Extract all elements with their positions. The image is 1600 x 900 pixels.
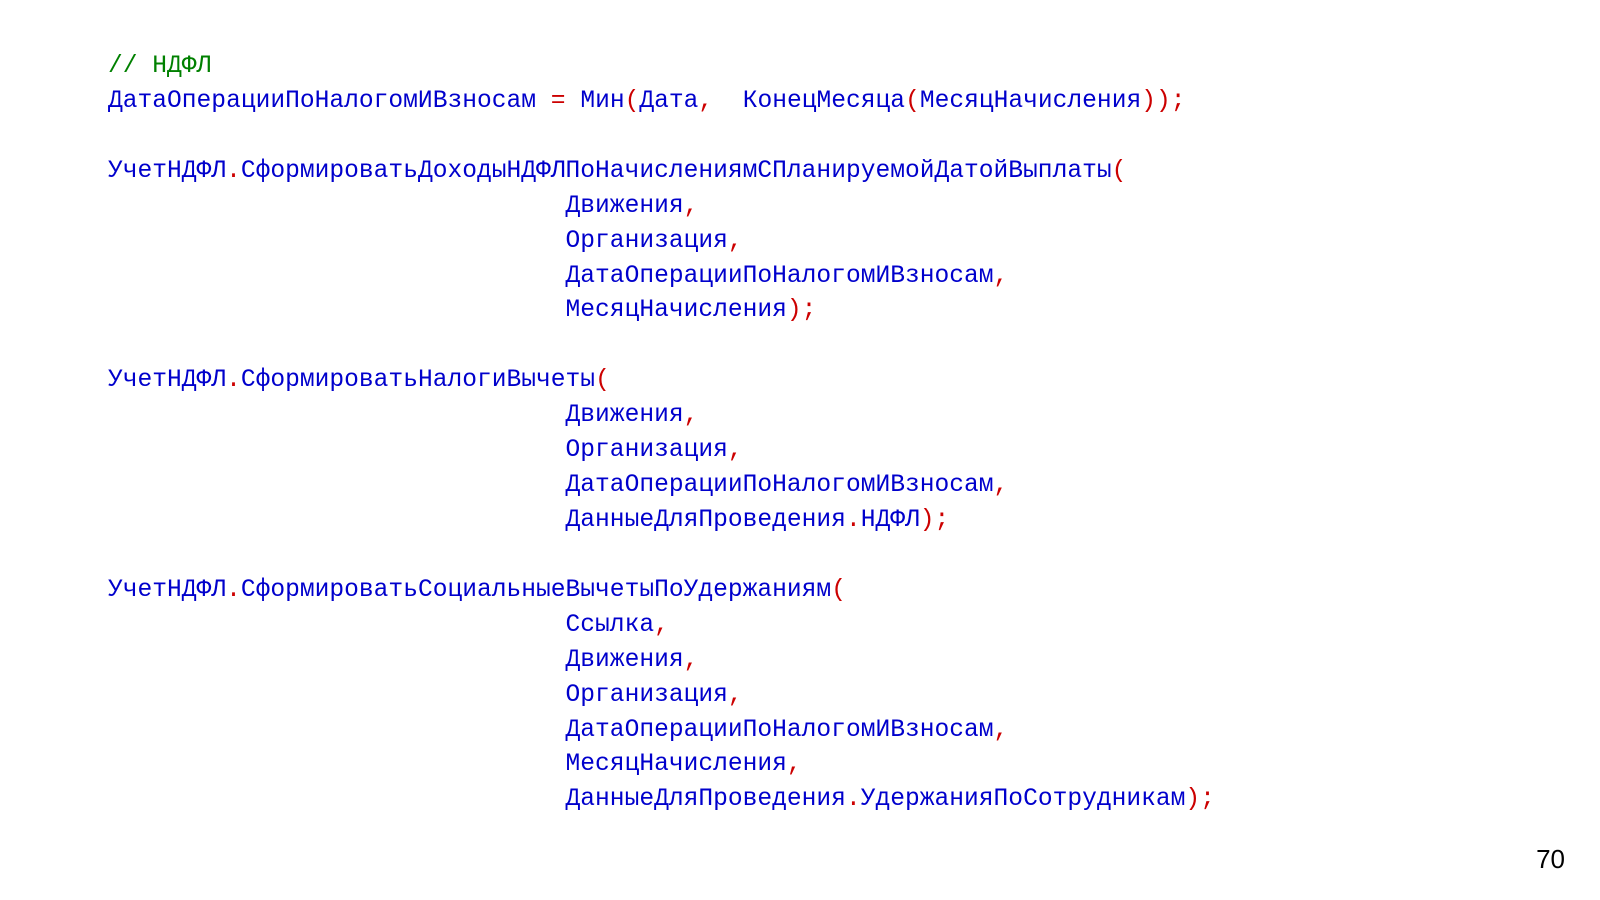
code-token: , [728,228,743,255]
code-token: Организация [566,228,728,255]
code-token: Движения [566,402,684,429]
code-token: Организация [566,682,728,709]
page-number: 70 [1536,844,1565,875]
code-token: СформироватьНалогиВычеты [241,367,595,394]
code-token: ДатаОперацииПоНалогомИВзносам [566,472,994,499]
code-token: ДатаОперацииПоНалогомИВзносам [108,88,536,115]
code-token: Ссылка [566,612,655,639]
code-token: Организация [566,437,728,464]
code-token: , [654,612,669,639]
code-token: . [226,158,241,185]
code-token: // НДФЛ [108,53,211,80]
code-token: , [684,402,699,429]
code-token: , [728,437,743,464]
code-token: . [226,367,241,394]
code-token: . [846,507,861,534]
code-token: КонецМесяца [743,88,905,115]
code-token: , [994,717,1009,744]
code-token: ); [787,297,817,324]
code-token: , [698,88,713,115]
code-token: , [994,472,1009,499]
code-token: ( [625,88,640,115]
code-token: , [728,682,743,709]
code-token: . [226,577,241,604]
code-token: ( [595,367,610,394]
code-token: ДанныеДляПроведения [566,786,846,813]
code-token: УчетНДФЛ [108,158,226,185]
code-token: ( [905,88,920,115]
code-token: ( [831,577,846,604]
code-token: ДатаОперацииПоНалогомИВзносам [566,717,994,744]
code-token: Движения [566,647,684,674]
code-token: УчетНДФЛ [108,367,226,394]
code-token: , [787,751,802,778]
code-token: )); [1141,88,1185,115]
code-token: НДФЛ [861,507,920,534]
code-token: ); [920,507,950,534]
code-token: МесяцНачисления [566,751,787,778]
code-token: . [846,786,861,813]
code-token: , [684,647,699,674]
code-token: Дата [639,88,698,115]
code-token: МесяцНачисления [566,297,787,324]
code-token: МесяцНачисления [920,88,1141,115]
code-token: ДатаОперацииПоНалогомИВзносам [566,263,994,290]
code-token: ); [1185,786,1215,813]
code-token: СформироватьДоходыНДФЛПоНачислениямСПлан… [241,158,1112,185]
code-token: ( [1112,158,1127,185]
code-token: УдержанияПоСотрудникам [861,786,1186,813]
code-token: = [551,88,566,115]
code-token: , [994,263,1009,290]
code-token: ДанныеДляПроведения [566,507,846,534]
code-token: , [684,193,699,220]
code-token: Мин [580,88,624,115]
code-block: // НДФЛ ДатаОперацииПоНалогомИВзносам = … [0,0,1600,818]
code-token: Движения [566,193,684,220]
code-token: УчетНДФЛ [108,577,226,604]
code-token: СформироватьСоциальныеВычетыПоУдержаниям [241,577,831,604]
